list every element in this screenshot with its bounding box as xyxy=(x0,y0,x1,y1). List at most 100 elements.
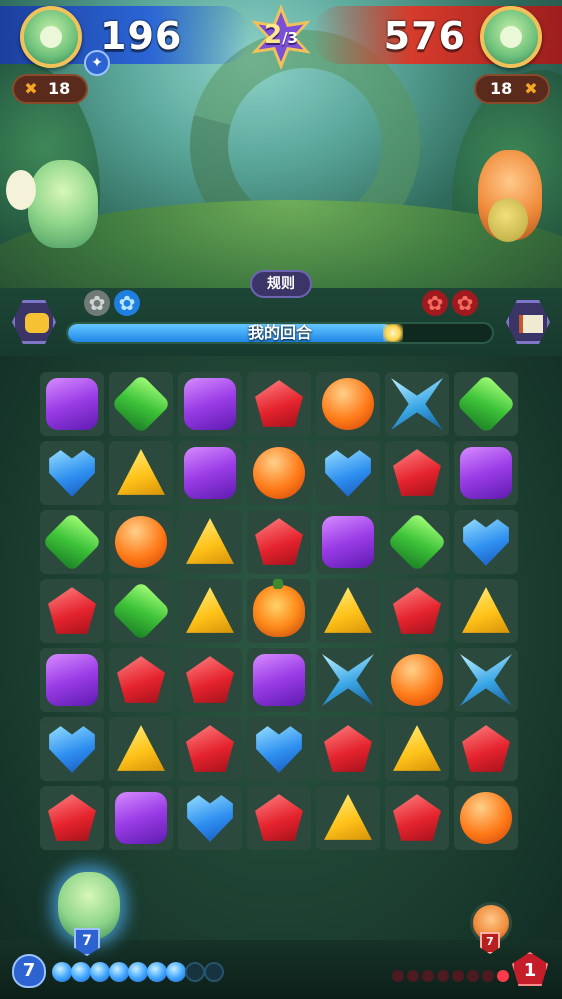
purple-gem-icon[interactable] xyxy=(184,378,236,430)
board-cell[interactable] xyxy=(454,717,518,781)
board-cell[interactable] xyxy=(178,579,242,643)
yellow-gem-icon[interactable] xyxy=(186,518,234,564)
board-cell[interactable] xyxy=(316,579,380,643)
board-cell[interactable] xyxy=(385,579,449,643)
blue-gem-icon[interactable] xyxy=(463,519,509,566)
red-gem-icon[interactable] xyxy=(393,587,441,634)
red-gem-icon[interactable] xyxy=(393,449,441,496)
yellow-gem-icon[interactable] xyxy=(117,449,165,495)
board-cell[interactable] xyxy=(385,648,449,712)
board-cell[interactable] xyxy=(247,648,311,712)
yellow-gem-icon[interactable] xyxy=(324,587,372,633)
board-cell[interactable] xyxy=(178,786,242,850)
purple-gem-icon[interactable] xyxy=(253,654,305,706)
board-cell[interactable] xyxy=(109,786,173,850)
board-cell[interactable] xyxy=(316,648,380,712)
green-gem-icon[interactable] xyxy=(386,511,448,573)
red-gem-icon[interactable] xyxy=(393,794,441,841)
board-cell[interactable] xyxy=(40,372,104,436)
red-gem-icon[interactable] xyxy=(255,518,303,565)
board-cell[interactable] xyxy=(40,648,104,712)
blue-gem-icon[interactable] xyxy=(49,726,95,773)
green-gem-icon[interactable] xyxy=(110,373,172,435)
orange-gem-icon[interactable] xyxy=(322,378,374,430)
yellow-gem-icon[interactable] xyxy=(393,725,441,771)
board-cell[interactable] xyxy=(316,441,380,505)
yellow-gem-icon[interactable] xyxy=(324,794,372,840)
blue-gem-icon[interactable] xyxy=(325,450,371,497)
yellow-gem-icon[interactable] xyxy=(462,587,510,633)
blue-gem-icon[interactable] xyxy=(256,726,302,773)
purple-gem-icon[interactable] xyxy=(460,447,512,499)
board-cell[interactable] xyxy=(454,648,518,712)
board-cell[interactable] xyxy=(109,372,173,436)
green-gem-icon[interactable] xyxy=(110,580,172,642)
board-cell[interactable] xyxy=(454,786,518,850)
board-cell[interactable] xyxy=(454,510,518,574)
orange-gem-icon[interactable] xyxy=(115,516,167,568)
red-gem-icon[interactable] xyxy=(48,794,96,841)
purple-gem-icon[interactable] xyxy=(46,654,98,706)
board-cell[interactable] xyxy=(178,510,242,574)
blue-gem-icon[interactable] xyxy=(49,450,95,497)
red-gem-icon[interactable] xyxy=(48,587,96,634)
board-cell[interactable] xyxy=(385,717,449,781)
match3-board[interactable] xyxy=(40,372,522,856)
board-cell[interactable] xyxy=(454,372,518,436)
board-cell[interactable] xyxy=(109,579,173,643)
board-cell[interactable] xyxy=(316,510,380,574)
board-cell[interactable] xyxy=(178,441,242,505)
board-cell[interactable] xyxy=(247,441,311,505)
orange-gem-icon[interactable] xyxy=(253,447,305,499)
board-cell[interactable] xyxy=(247,579,311,643)
green-gem-icon[interactable] xyxy=(455,373,517,435)
board-cell[interactable] xyxy=(40,579,104,643)
star-gem-icon[interactable] xyxy=(391,378,443,430)
red-gem-icon[interactable] xyxy=(186,725,234,772)
red-gem-icon[interactable] xyxy=(255,794,303,841)
red-gem-icon[interactable] xyxy=(117,656,165,703)
board-cell[interactable] xyxy=(178,372,242,436)
pumpkin-gem-icon[interactable] xyxy=(253,579,305,637)
red-gem-icon[interactable] xyxy=(255,380,303,427)
opponent-avatar[interactable] xyxy=(480,6,542,68)
board-cell[interactable] xyxy=(109,510,173,574)
yellow-gem-icon[interactable] xyxy=(186,587,234,633)
board-cell[interactable] xyxy=(247,786,311,850)
board-cell[interactable] xyxy=(385,441,449,505)
board-cell[interactable] xyxy=(247,510,311,574)
purple-gem-icon[interactable] xyxy=(184,447,236,499)
board-cell[interactable] xyxy=(316,372,380,436)
red-gem-icon[interactable] xyxy=(186,656,234,703)
board-cell[interactable] xyxy=(316,717,380,781)
red-gem-icon[interactable] xyxy=(462,725,510,772)
board-cell[interactable] xyxy=(40,510,104,574)
board-cell[interactable] xyxy=(109,648,173,712)
board-cell[interactable] xyxy=(40,786,104,850)
board-cell[interactable] xyxy=(385,510,449,574)
board-cell[interactable] xyxy=(247,717,311,781)
blue-gem-icon[interactable] xyxy=(187,795,233,842)
board-cell[interactable] xyxy=(109,717,173,781)
board-cell[interactable] xyxy=(40,441,104,505)
board-cell[interactable] xyxy=(454,441,518,505)
board-cell[interactable] xyxy=(385,372,449,436)
board-cell[interactable] xyxy=(316,786,380,850)
player-avatar[interactable]: ✦ xyxy=(20,6,110,76)
board-cell[interactable] xyxy=(40,717,104,781)
purple-gem-icon[interactable] xyxy=(115,792,167,844)
purple-gem-icon[interactable] xyxy=(46,378,98,430)
yellow-gem-icon[interactable] xyxy=(117,725,165,771)
orange-gem-icon[interactable] xyxy=(391,654,443,706)
rules-button[interactable]: 规则 xyxy=(250,270,312,298)
orange-gem-icon[interactable] xyxy=(460,792,512,844)
board-cell[interactable] xyxy=(454,579,518,643)
green-gem-icon[interactable] xyxy=(41,511,103,573)
board-cell[interactable] xyxy=(178,648,242,712)
board-cell[interactable] xyxy=(247,372,311,436)
board-cell[interactable] xyxy=(385,786,449,850)
purple-gem-icon[interactable] xyxy=(322,516,374,568)
star-gem-icon[interactable] xyxy=(460,654,512,706)
star-gem-icon[interactable] xyxy=(322,654,374,706)
board-cell[interactable] xyxy=(178,717,242,781)
